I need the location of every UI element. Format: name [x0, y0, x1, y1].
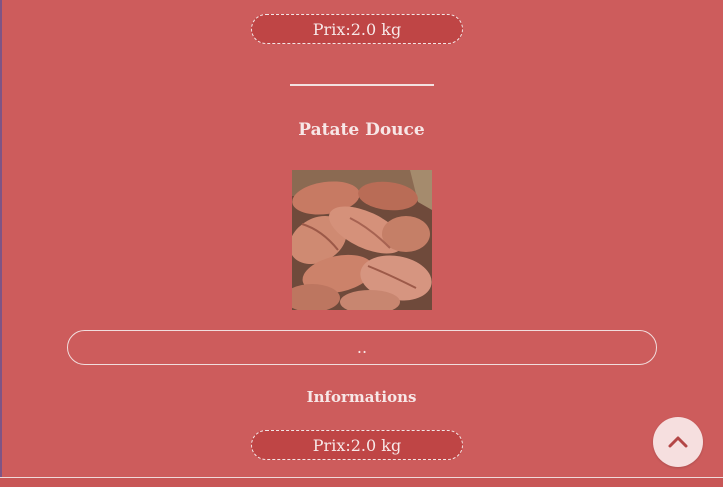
sweet-potato-photo: [292, 170, 432, 310]
product-title: Patate Douce: [298, 120, 425, 140]
price-badge-bottom: Prix:2.0 kg: [251, 430, 463, 460]
footer-strip: [0, 478, 723, 487]
chevron-up-icon: [668, 436, 688, 448]
price-badge-top: Prix:2.0 kg: [251, 14, 463, 44]
section-divider: [290, 84, 434, 86]
page-left-edge: [0, 0, 2, 487]
informations-heading: Informations: [306, 388, 417, 406]
description-field: ..: [67, 330, 657, 365]
scroll-to-top-button[interactable]: [653, 417, 703, 467]
product-image: [292, 170, 432, 310]
